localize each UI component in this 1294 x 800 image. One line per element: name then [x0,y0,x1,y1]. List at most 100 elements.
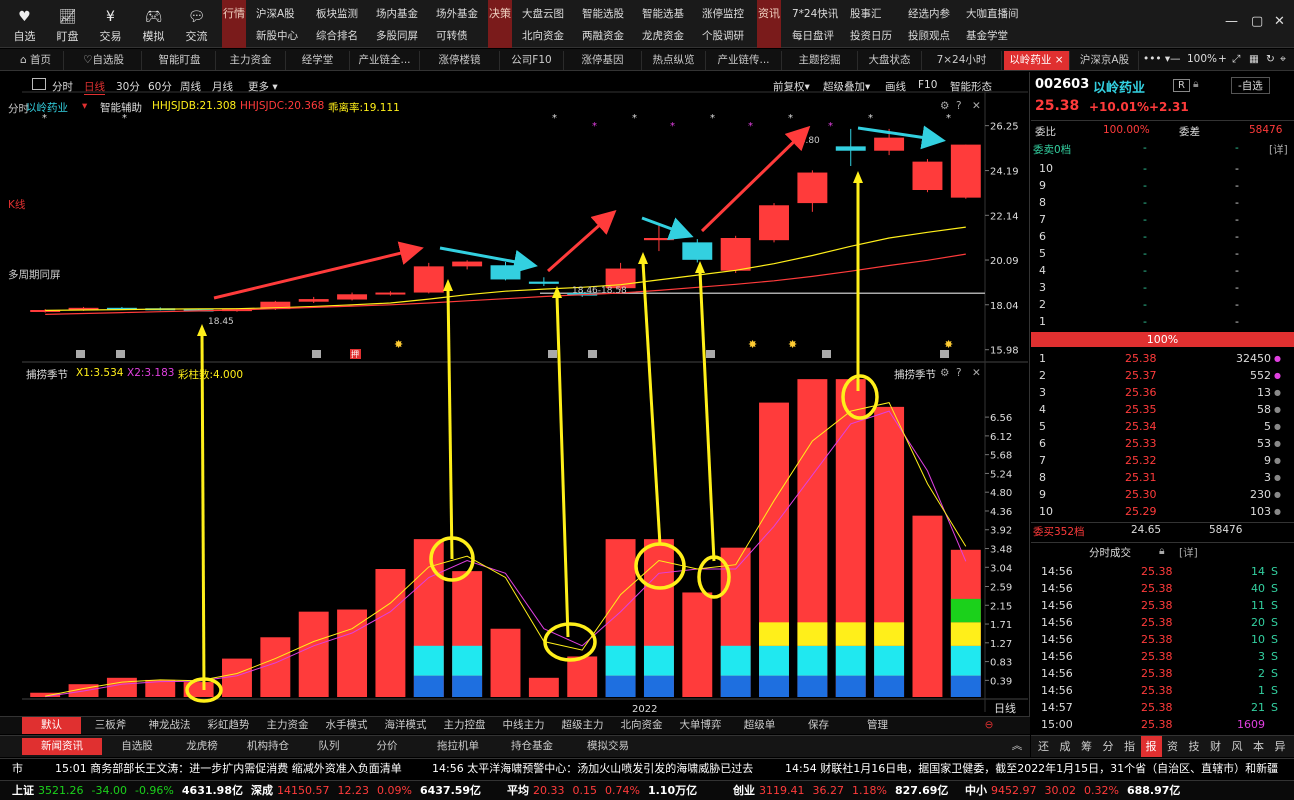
tab-market[interactable]: 行情 [222,0,246,48]
trade-button[interactable]: ¥ 交易 [89,0,132,48]
collapse-icon[interactable]: ⊖ [982,717,996,734]
news-tab[interactable]: 队列 [304,738,354,755]
right-side-tab[interactable]: 资 [1162,736,1183,757]
buy-level-row[interactable]: 9 25.30 230 ● [1031,486,1294,503]
market-link[interactable]: 综合排名 [316,28,358,43]
indicator-tab[interactable]: 水手模式 [317,717,376,734]
right-side-tab[interactable]: 分 [1098,736,1119,757]
tab-info[interactable]: 资讯 [757,0,781,48]
decision-link[interactable]: 个股调研 [702,28,744,43]
index-item[interactable]: 创业 3119.41 36.27 1.18% 827.69亿 [733,781,948,800]
tab-limit-up-gene[interactable]: 涨停基因 [564,51,642,70]
news-tab[interactable]: 龙虎榜 [172,738,232,755]
info-link[interactable]: 投顾观点 [908,28,950,43]
tab-academy[interactable]: 经学堂 [286,51,350,70]
tab-industry-chain[interactable]: 产业链全... [350,51,420,70]
indicator-tab[interactable]: 海洋模式 [376,717,435,734]
indicator-tab[interactable]: 超级主力 [553,717,612,734]
tab-a-shares[interactable]: 沪深京A股 [1071,51,1139,70]
right-side-tab[interactable]: 指 [1119,736,1140,757]
market-link[interactable]: 多股同屏 [376,28,418,43]
news-tab[interactable]: 分价 [354,738,420,755]
minimize-button[interactable]: — [1225,14,1238,29]
indicator-tab[interactable]: 大单博弈 [671,717,730,734]
maximize-button[interactable]: ▢ [1251,14,1263,29]
zoom-out-icon[interactable]: — [1170,53,1181,65]
right-side-tab[interactable]: 异 [1270,736,1291,757]
buy-level-row[interactable]: 1 25.38 32450 ● [1031,350,1294,367]
tab-decision[interactable]: 决策 [488,0,512,48]
market-link[interactable]: 板块监测 [316,6,358,21]
indicator-tab[interactable]: 保存 [789,717,848,734]
right-side-tab[interactable]: 本 [1248,736,1269,757]
lock-icon[interactable]: 🔒︎ [1193,78,1199,91]
tab-chain-transmission[interactable]: 产业链传... [706,51,782,70]
right-side-tab[interactable]: 风 [1227,736,1248,757]
price-chart[interactable]: 18.4518.46-18.5828.80* * * * * * * ** * * *✸ ✸ ✸ ✸押 2… [0,72,1030,718]
info-link[interactable]: 大咖直播间 [966,6,1019,21]
ticks-more-link[interactable]: [详] [1179,545,1198,560]
expand-up-icon[interactable]: ︽ [1010,738,1024,755]
buy-level-row[interactable]: 6 25.33 53 ● [1031,435,1294,452]
buy-level-row[interactable]: 10 25.29 103 ● [1031,503,1294,520]
decision-link[interactable]: 两融资金 [582,28,624,43]
market-link[interactable]: 场外基金 [436,6,478,21]
news-item[interactable]: 市 [12,759,23,779]
news-item[interactable]: 14:56 太平洋海啸预警中心：汤加火山喷发引发的海啸威胁已过去 [432,759,753,779]
indicator-tab[interactable]: 三板斧 [81,717,140,734]
pin-icon[interactable]: ⌖ [1280,53,1286,66]
right-side-tab[interactable]: 成 [1055,736,1076,757]
news-tab[interactable]: 模拟交易 [568,738,648,755]
close-window-button[interactable]: ✕ [1274,14,1285,29]
refresh-icon[interactable]: ↻ [1266,53,1275,65]
info-link[interactable]: 投资日历 [850,28,892,43]
tab-market-state[interactable]: 大盘状态 [858,51,922,70]
tab-smart-monitor[interactable]: 智能盯盘 [144,51,216,70]
right-side-tab[interactable]: 筹 [1076,736,1097,757]
index-item[interactable]: 深成 14150.57 12.23 0.09% 6437.59亿 [251,781,481,800]
more-tabs-button[interactable]: ••• ▾ [1143,53,1170,65]
sell-level-row[interactable]: 2 - - [1031,296,1294,313]
market-link[interactable]: 沪深A股 [256,6,295,21]
news-tab[interactable]: 新闻资讯 [22,738,102,755]
info-link[interactable]: 7*24快讯 [792,6,838,21]
decision-link[interactable]: 大盘云图 [522,6,564,21]
sell-level-row[interactable]: 7 - - [1031,211,1294,228]
tab-limit-up-mirror[interactable]: 涨停楼镜 [420,51,500,70]
right-side-tab[interactable]: 报 [1140,736,1162,757]
tab-hot-spots[interactable]: 热点纵览 [642,51,706,70]
zoom-in-icon[interactable]: + [1218,53,1227,65]
right-side-tab[interactable]: 还 [1033,736,1054,757]
sell-level-row[interactable]: 5 - - [1031,245,1294,262]
sell-level-row[interactable]: 4 - - [1031,262,1294,279]
news-tab[interactable]: 机构持仓 [232,738,304,755]
buy-level-row[interactable]: 3 25.36 13 ● [1031,384,1294,401]
indicator-tab[interactable]: 主力控盘 [435,717,494,734]
right-side-tab[interactable]: 技 [1184,736,1205,757]
index-item[interactable]: 平均 20.33 0.15 0.74% 1.10万亿 [507,781,697,800]
fit-icon[interactable]: ⤢ [1232,53,1240,66]
news-tab[interactable]: 持仓基金 [496,738,568,755]
grid-icon[interactable]: ▦ [1249,53,1259,65]
tab-home[interactable]: ⌂ 首页 [8,51,64,70]
simulate-button[interactable]: 🎮︎ 模拟 [132,0,175,48]
close-tab-icon[interactable]: × [1055,54,1064,66]
info-link[interactable]: 经选内参 [908,6,950,21]
tab-main-funds[interactable]: 主力资金 [216,51,286,70]
info-link[interactable]: 每日盘评 [792,28,834,43]
news-item[interactable]: 15:01 商务部部长王文涛：进一步扩内需促消费 缩减外资准入负面清单 [55,759,402,779]
lock-icon[interactable]: 🔒︎ [1159,545,1165,558]
add-watchlist-button[interactable]: -自选 [1231,77,1270,94]
tab-theme-mining[interactable]: 主题挖掘 [782,51,858,70]
buy-level-row[interactable]: 4 25.35 58 ● [1031,401,1294,418]
buy-level-row[interactable]: 8 25.31 3 ● [1031,469,1294,486]
info-link[interactable]: 股事汇 [850,6,882,21]
community-button[interactable]: 💬︎ 交流 [175,0,218,48]
sell-level-row[interactable]: 1 - - [1031,313,1294,330]
sell-level-row[interactable]: 6 - - [1031,228,1294,245]
decision-link[interactable]: 涨停监控 [702,6,744,21]
indicator-tab[interactable]: 北向资金 [612,717,671,734]
tab-f10[interactable]: 公司F10 [500,51,564,70]
decision-link[interactable]: 北向资金 [522,28,564,43]
tab-stock-yiling[interactable]: 以岭药业 × [1004,51,1070,70]
